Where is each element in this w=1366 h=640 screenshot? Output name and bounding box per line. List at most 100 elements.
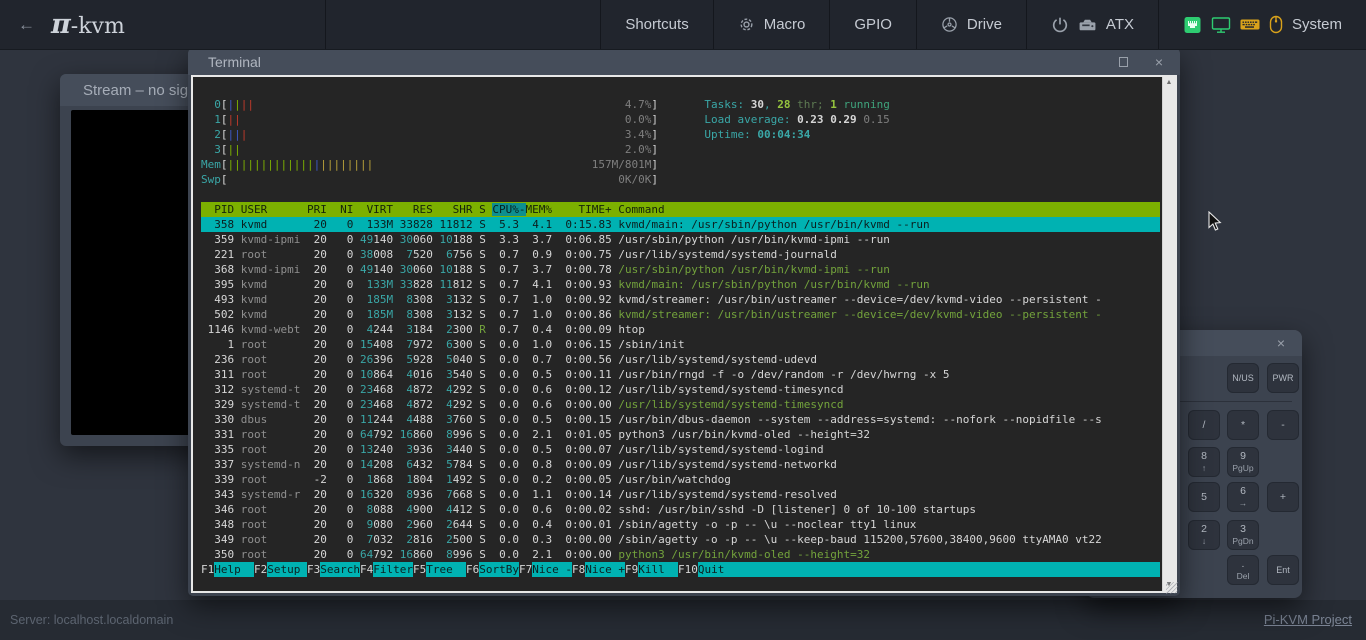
terminal-frame: 0[|||| 4.7%] Tasks: 30, 28 thr; 1 runnin… — [191, 75, 1177, 593]
htop-screen[interactable]: 0[|||| 4.7%] Tasks: 30, 28 thr; 1 runnin… — [193, 77, 1162, 591]
keypad-key-[interactable]: .Del — [1227, 555, 1259, 585]
back-arrow-button[interactable]: ← — [18, 15, 35, 35]
mouse-icon — [1269, 15, 1283, 34]
psu-icon — [1078, 17, 1097, 33]
fkey-action-nice[interactable]: Nice - — [532, 562, 572, 577]
fkey-action-sortby[interactable]: SortBy — [479, 562, 519, 577]
keypad-key-[interactable]: / — [1188, 410, 1220, 440]
logo-text: -kvm — [71, 14, 125, 39]
htop-table-header[interactable]: PID USER PRI NI VIRT RES SHR S CPU%-MEM%… — [201, 202, 1160, 217]
nav-item-gpio[interactable]: GPIO — [829, 0, 916, 49]
fkey-f7: F7 — [519, 562, 532, 577]
htop-row-331[interactable]: 331 root 20 0 64792 16860 8996 S 0.0 2.1… — [201, 427, 1160, 442]
keypad-close-button[interactable]: × — [1270, 335, 1292, 351]
fkey-f9: F9 — [625, 562, 638, 577]
htop-row-358[interactable]: 358 kvmd 20 0 133M 33828 11812 S 5.3 4.1… — [201, 217, 1160, 232]
htop-row-359[interactable]: 359 kvmd-ipmi 20 0 49140 30060 10188 S 3… — [201, 232, 1160, 247]
htop-row-311[interactable]: 311 root 20 0 10864 4016 3540 S 0.0 0.5 … — [201, 367, 1160, 382]
htop-row-221[interactable]: 221 root 20 0 38008 7520 6756 S 0.7 0.9 … — [201, 247, 1160, 262]
terminal-maximize-button[interactable] — [1112, 54, 1134, 70]
htop-row-395[interactable]: 395 kvmd 20 0 133M 33828 11812 S 0.7 4.1… — [201, 277, 1160, 292]
status-bar: Server: localhost.localdomain Pi-KVM Pro… — [0, 600, 1366, 640]
keypad-key-[interactable]: * — [1227, 410, 1259, 440]
nav-item-macro[interactable]: Macro — [713, 0, 830, 49]
nav-item-drive[interactable]: Drive — [916, 0, 1026, 49]
htop-row-493[interactable]: 493 kvmd 20 0 185M 8308 3132 S 0.7 1.0 0… — [201, 292, 1160, 307]
htop-row-329[interactable]: 329 systemd-t 20 0 23468 4872 4292 S 0.0… — [201, 397, 1160, 412]
resize-grip[interactable] — [1166, 582, 1178, 594]
htop-meter-1: 1[|| 0.0%] Load average: 0.23 0.29 0.15 — [201, 112, 1160, 127]
logo-pi: π — [51, 9, 71, 40]
keypad-key-3[interactable]: 3PgDn — [1227, 520, 1259, 550]
terminal-scrollbar[interactable]: ▲ ▼ — [1162, 77, 1175, 591]
htop-row-346[interactable]: 346 root 20 0 8088 4900 4412 S 0.0 0.6 0… — [201, 502, 1160, 517]
keypad-key-pwr[interactable]: PWR — [1267, 363, 1299, 393]
htop-row-368[interactable]: 368 kvmd-ipmi 20 0 49140 30060 10188 S 0… — [201, 262, 1160, 277]
fkey-action-quit[interactable]: Quit — [698, 562, 738, 577]
htop-row-1[interactable]: 1 root 20 0 15408 7972 6300 S 0.0 1.0 0:… — [201, 337, 1160, 352]
keypad-key-nus[interactable]: N/US — [1227, 363, 1259, 393]
keypad-key-9[interactable]: 9PgUp — [1227, 447, 1259, 477]
monitor-icon — [1211, 16, 1231, 34]
top-nav: ← π-kvm Shortcuts Macro GPIO Drive ATX S… — [0, 0, 1366, 50]
nav-label: Shortcuts — [625, 16, 688, 33]
fkey-action-tree[interactable]: Tree — [426, 562, 466, 577]
nav-label: GPIO — [854, 16, 892, 33]
nav-item-atx[interactable]: ATX — [1026, 0, 1158, 49]
htop-meter-swp: Swp[ 0K/0K] — [201, 172, 1160, 187]
power-icon — [1051, 16, 1069, 34]
htop-row-330[interactable]: 330 dbus 20 0 11244 4488 3760 S 0.0 0.5 … — [201, 412, 1160, 427]
keyboard-icon — [1240, 17, 1260, 32]
nav-label: ATX — [1106, 16, 1134, 33]
keypad-key-2[interactable]: 2↓ — [1188, 520, 1220, 550]
keypad-key-8[interactable]: 8↑ — [1188, 447, 1220, 477]
fkey-action-search[interactable]: Search — [320, 562, 360, 577]
fkey-bar-filler — [738, 562, 1160, 577]
fkey-f3: F3 — [307, 562, 320, 577]
logo-block: ← π-kvm — [0, 0, 326, 49]
fkey-action-setup[interactable]: Setup — [267, 562, 307, 577]
htop-row-337[interactable]: 337 systemd-n 20 0 14208 6432 5784 S 0.0… — [201, 457, 1160, 472]
disc-icon — [941, 16, 958, 33]
scroll-up-icon[interactable]: ▲ — [1166, 79, 1173, 87]
fkey-action-nice[interactable]: Nice + — [585, 562, 625, 577]
terminal-window: Terminal × 0[|||| 4.7%] Tasks: 30, 28 th… — [188, 48, 1180, 596]
htop-row-236[interactable]: 236 root 20 0 26396 5928 5040 S 0.0 0.7 … — [201, 352, 1160, 367]
htop-row-343[interactable]: 343 systemd-r 20 0 16320 8936 7668 S 0.0… — [201, 487, 1160, 502]
keypad-key-6[interactable]: 6→ — [1227, 482, 1259, 512]
fkey-action-kill[interactable]: Kill — [638, 562, 678, 577]
maximize-icon — [1119, 57, 1128, 67]
htop-row-502[interactable]: 502 kvmd 20 0 185M 8308 3132 S 0.7 1.0 0… — [201, 307, 1160, 322]
terminal-window-titlebar[interactable]: Terminal × — [188, 48, 1180, 75]
htop-row-335[interactable]: 335 root 20 0 13240 3936 3440 S 0.0 0.5 … — [201, 442, 1160, 457]
fkey-f5: F5 — [413, 562, 426, 577]
keypad-key-5[interactable]: 5 — [1188, 482, 1220, 512]
close-icon: × — [1155, 54, 1163, 70]
nav-label: Drive — [967, 16, 1002, 33]
pikvm-project-link[interactable]: Pi-KVM Project — [1264, 600, 1352, 640]
htop-row-350[interactable]: 350 root 20 0 64792 16860 8996 S 0.0 2.1… — [201, 547, 1160, 562]
htop-row-1146[interactable]: 1146 kvmd-webt 20 0 4244 3184 2300 R 0.7… — [201, 322, 1160, 337]
htop-row-312[interactable]: 312 systemd-t 20 0 23468 4872 4292 S 0.0… — [201, 382, 1160, 397]
htop-meter-2: 2[||| 3.4%] Uptime: 00:04:34 — [201, 127, 1160, 142]
app-logo[interactable]: π-kvm — [51, 9, 125, 40]
fkey-action-filter[interactable]: Filter — [373, 562, 413, 577]
htop-row-339[interactable]: 339 root -2 0 1868 1804 1492 S 0.0 0.2 0… — [201, 472, 1160, 487]
fkey-f4: F4 — [360, 562, 373, 577]
nav-item-system[interactable]: System — [1158, 0, 1366, 49]
nav-item-shortcuts[interactable]: Shortcuts — [600, 0, 712, 49]
fkey-f6: F6 — [466, 562, 479, 577]
htop-fkey-bar: F1Help F2Setup F3SearchF4FilterF5Tree F6… — [201, 562, 1160, 577]
htop-meter-mem: Mem[|||||||||||||||||||||| 157M/801M] — [201, 157, 1160, 172]
htop-meter-0: 0[|||| 4.7%] Tasks: 30, 28 thr; 1 runnin… — [201, 97, 1160, 112]
keypad-key-[interactable]: - — [1267, 410, 1299, 440]
keypad-key-[interactable]: + — [1267, 482, 1299, 512]
fkey-f8: F8 — [572, 562, 585, 577]
fkey-action-help[interactable]: Help — [214, 562, 254, 577]
keypad-key-ent[interactable]: Ent — [1267, 555, 1299, 585]
nav-label: Macro — [764, 16, 806, 33]
terminal-close-button[interactable]: × — [1148, 54, 1170, 70]
htop-row-348[interactable]: 348 root 20 0 9080 2960 2644 S 0.0 0.4 0… — [201, 517, 1160, 532]
htop-row-349[interactable]: 349 root 20 0 7032 2816 2500 S 0.0 0.3 0… — [201, 532, 1160, 547]
nav-label: System — [1292, 16, 1342, 33]
